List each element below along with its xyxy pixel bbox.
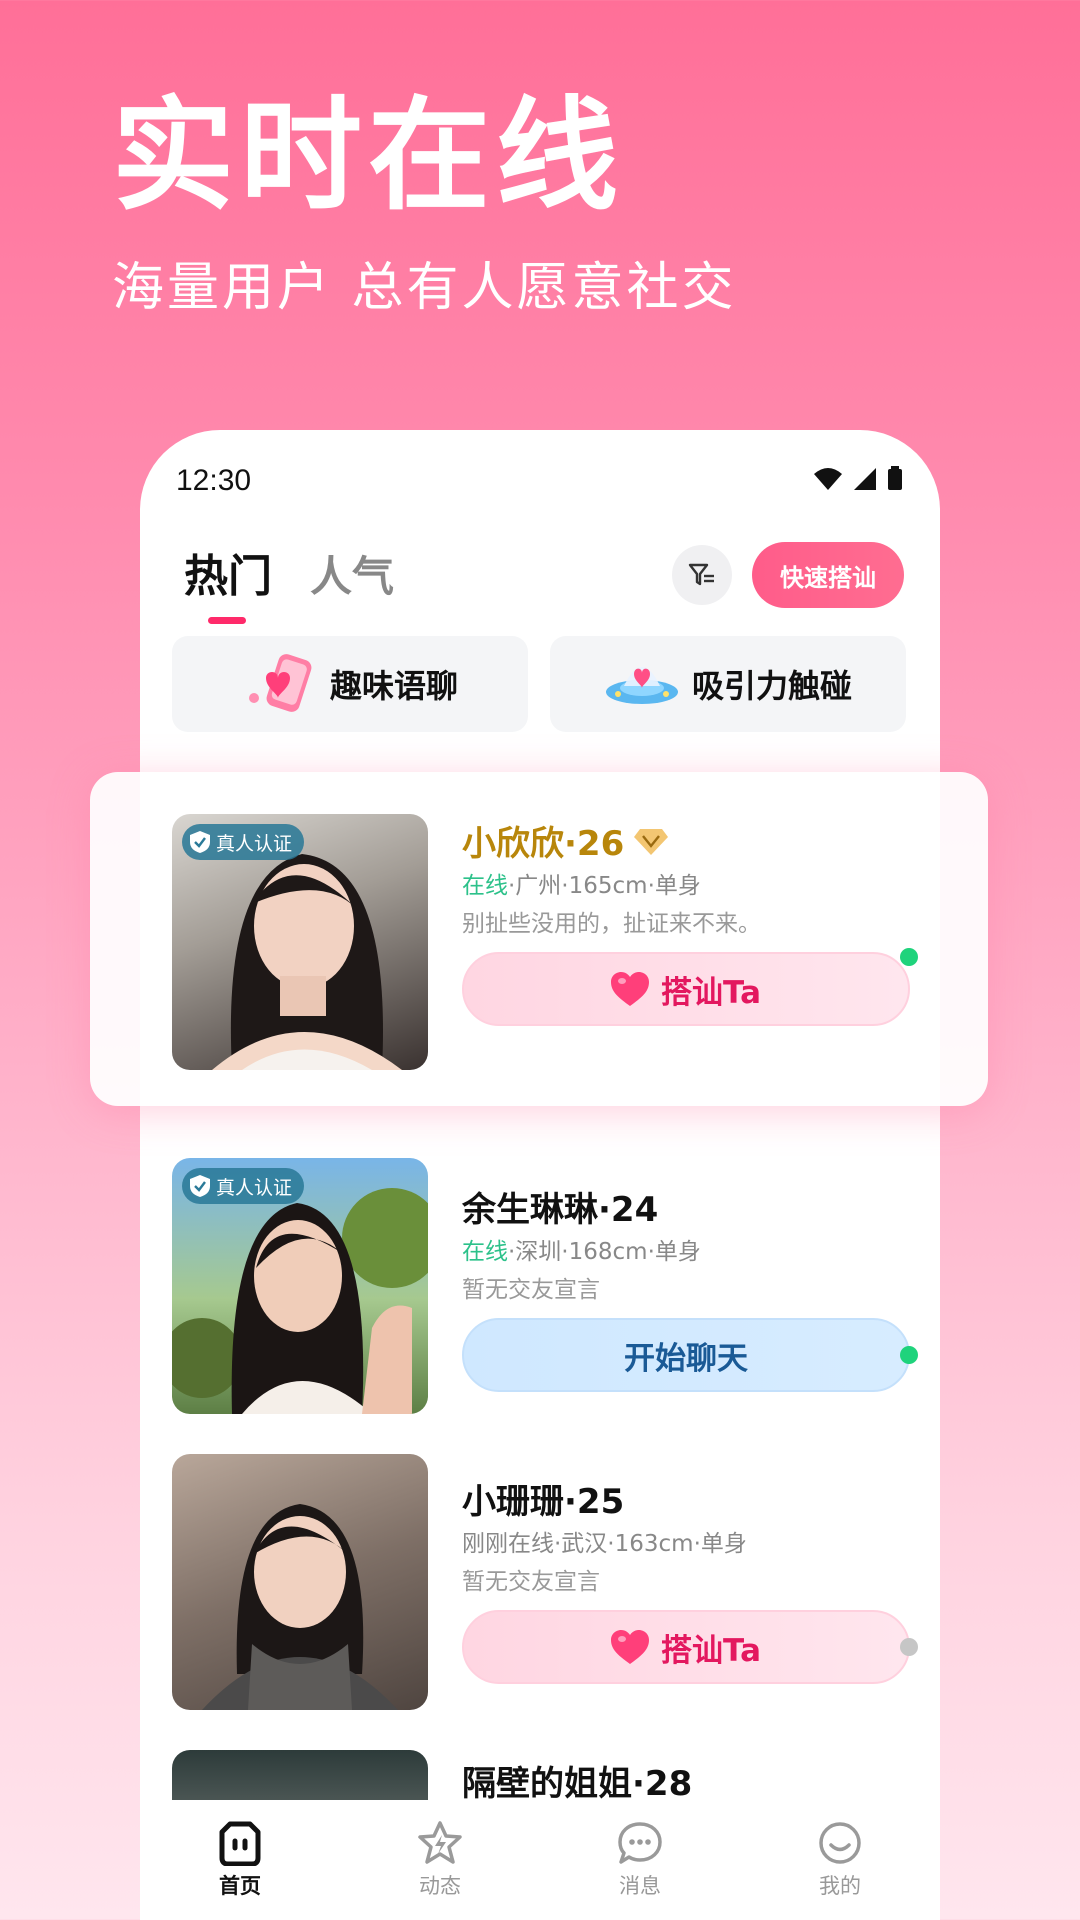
feature-row: 趣味语聊 吸引力触碰	[172, 636, 906, 732]
vip-diamond-icon	[634, 828, 669, 855]
filter-icon	[688, 563, 714, 586]
avatar-portrait	[202, 1504, 398, 1710]
phone-heart-icon	[248, 654, 312, 712]
online-status: 在线	[462, 873, 508, 899]
heart-icon	[610, 972, 649, 1006]
status-icons	[814, 466, 902, 490]
user-name: 余生琳琳·24	[462, 1190, 659, 1230]
nav-home-label: 首页	[219, 1874, 261, 1898]
feature-attraction-label: 吸引力触碰	[691, 667, 852, 705]
user-card[interactable]: 隔壁的姐姐·28	[172, 1750, 872, 1800]
avatar[interactable]: 真人认证	[172, 1158, 428, 1414]
verified-badge-label: 真人认证	[216, 1176, 293, 1199]
online-dot	[900, 1346, 918, 1364]
user-bio: 别扯些没用的，扯证来不来。	[462, 911, 761, 937]
nav-moments[interactable]: 动态	[360, 1820, 520, 1900]
greet-button-label: 搭讪Ta	[660, 1632, 762, 1669]
star-lightning-icon	[418, 1821, 462, 1864]
start-chat-button[interactable]: 开始聊天	[462, 1318, 910, 1392]
user-bio: 暂无交友宣言	[462, 1277, 600, 1303]
shield-check-icon	[190, 1175, 210, 1197]
tab-popular[interactable]: 人气	[310, 543, 394, 604]
user-details: ·广州·165cm·单身	[508, 873, 701, 899]
avatar[interactable]	[172, 1750, 428, 1800]
shield-check-icon	[190, 831, 210, 853]
signal-icon	[854, 468, 876, 490]
user-details: ·深圳·168cm·单身	[508, 1239, 701, 1265]
feature-voice-chat[interactable]: 趣味语聊	[172, 636, 528, 732]
status-bar: 12:30	[140, 430, 940, 520]
user-meta: 刚刚在线·武汉·163cm·单身	[462, 1524, 747, 1558]
online-dot	[900, 948, 918, 966]
tab-underline	[208, 617, 246, 624]
online-status: 在线	[462, 1239, 508, 1265]
user-details: 刚刚在线·武汉·163cm·单身	[462, 1531, 747, 1557]
avatar[interactable]	[172, 1454, 428, 1710]
hero-title: 实时在线	[112, 85, 624, 227]
ufo-heart-icon	[605, 667, 678, 704]
battery-icon	[888, 466, 902, 490]
chat-bubble-icon	[618, 1822, 662, 1864]
hero-subtitle: 海量用户 总有人愿意社交	[112, 258, 737, 318]
user-name: 小欣欣·26	[462, 816, 669, 865]
user-card[interactable]: 真人认证 余生琳琳·24 在线·深圳·168cm·单身 暂无交友宣言 开始聊天	[172, 1158, 918, 1418]
wifi-icon	[814, 468, 842, 490]
nav-messages-label: 消息	[619, 1874, 661, 1898]
user-name-text: 小欣欣·26	[462, 824, 625, 864]
bottom-nav: 首页 动态 消息 我的	[140, 1800, 940, 1920]
feature-voice-chat-label: 趣味语聊	[329, 667, 458, 705]
verified-badge: 真人认证	[182, 1168, 305, 1204]
filter-button[interactable]	[672, 545, 732, 605]
avatar[interactable]: 真人认证	[172, 814, 428, 1070]
user-card[interactable]: 小珊珊·25 刚刚在线·武汉·163cm·单身 暂无交友宣言 搭讪Ta	[172, 1454, 918, 1714]
smile-face-icon	[819, 1822, 861, 1864]
tab-hot[interactable]: 热门	[184, 540, 272, 624]
nav-home[interactable]: 首页	[160, 1820, 320, 1900]
user-name: 隔壁的姐姐·28	[462, 1764, 693, 1800]
greet-button[interactable]: 搭讪Ta	[462, 952, 910, 1026]
offline-dot	[900, 1638, 918, 1656]
user-name: 小珊珊·25	[462, 1482, 625, 1522]
greet-button[interactable]: 搭讪Ta	[462, 1610, 910, 1684]
user-meta: 在线·深圳·168cm·单身	[462, 1232, 701, 1266]
tab-popular-label: 人气	[310, 552, 395, 601]
nav-messages[interactable]: 消息	[560, 1820, 720, 1900]
quick-chat-button[interactable]: 快速搭讪	[752, 542, 904, 608]
feature-attraction[interactable]: 吸引力触碰	[550, 636, 906, 732]
nav-profile-label: 我的	[819, 1874, 861, 1898]
user-bio: 暂无交友宣言	[462, 1569, 600, 1595]
verified-badge: 真人认证	[182, 824, 305, 860]
greet-button-label: 搭讪Ta	[660, 974, 762, 1011]
tab-hot-label: 热门	[184, 551, 272, 602]
home-face-icon	[219, 1821, 261, 1866]
user-card[interactable]: 真人认证 小欣欣·26 在线·广州·165cm·单身 别扯些没用的，扯证来不来。…	[90, 772, 988, 1106]
user-meta: 在线·广州·165cm·单身	[462, 866, 701, 900]
verified-badge-label: 真人认证	[216, 832, 293, 855]
tab-bar: 热门 人气	[184, 540, 394, 624]
heart-icon	[610, 1630, 649, 1664]
nav-profile[interactable]: 我的	[760, 1820, 920, 1900]
status-time: 12:30	[176, 464, 252, 497]
nav-moments-label: 动态	[419, 1874, 461, 1898]
